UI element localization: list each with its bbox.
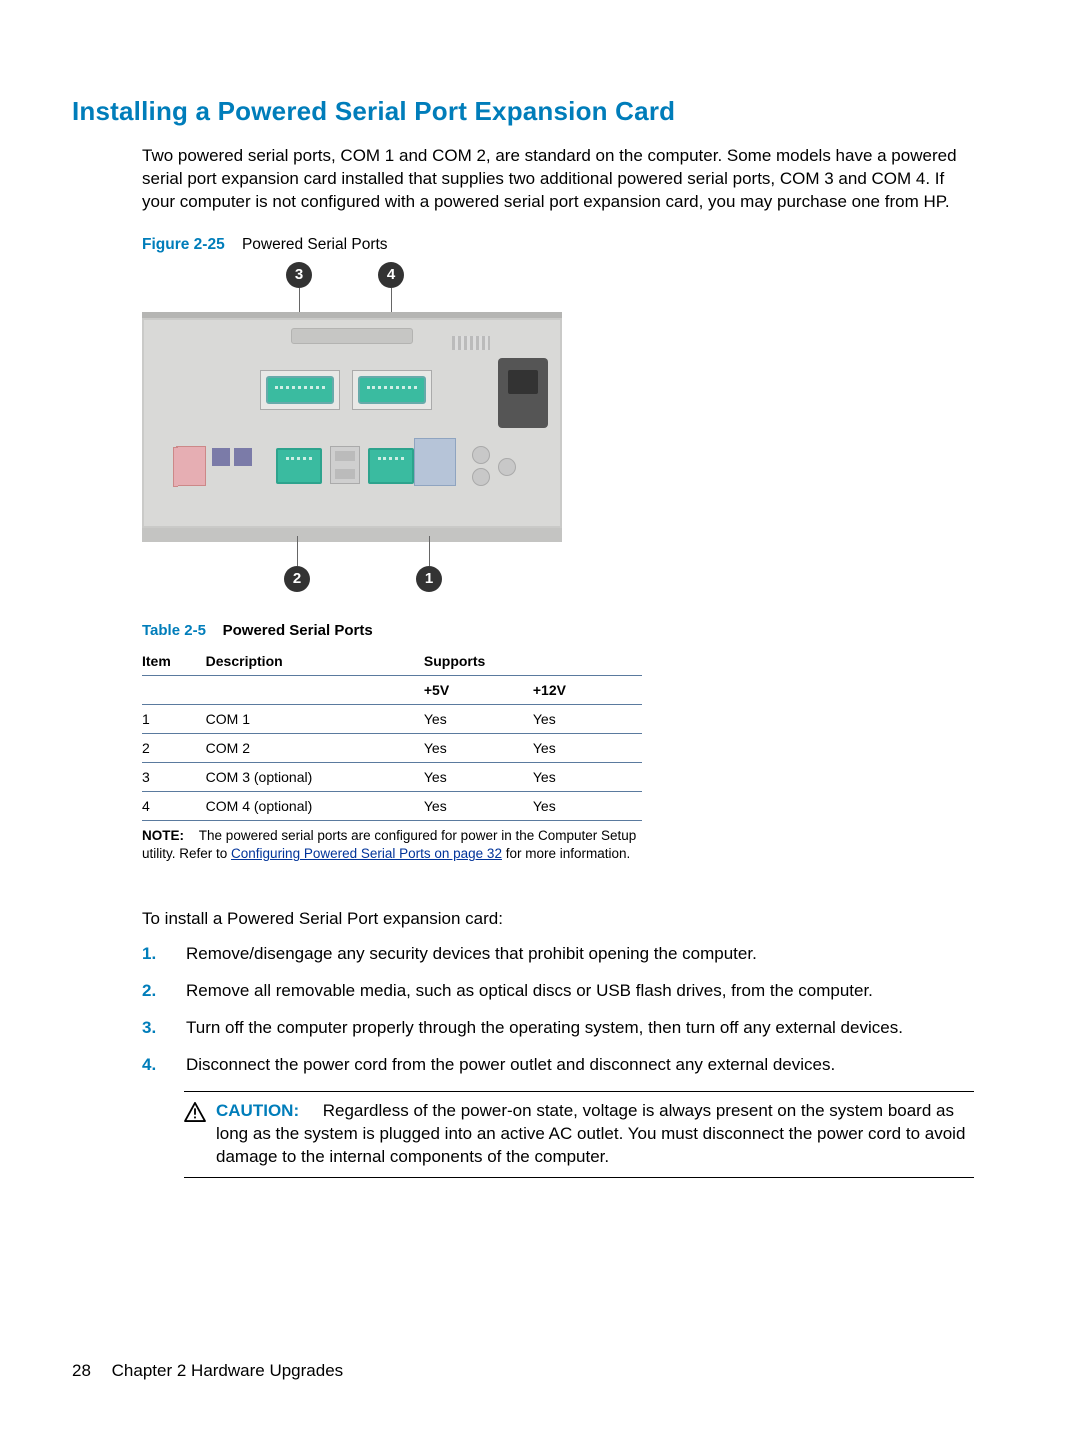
table-note: NOTE: The powered serial ports are confi…	[142, 827, 642, 863]
intro-paragraph: Two powered serial ports, COM 1 and COM …	[142, 145, 974, 214]
table-row: 1 COM 1 Yes Yes	[142, 704, 642, 733]
cell-12v: Yes	[533, 791, 642, 820]
note-label: NOTE:	[142, 828, 184, 843]
list-item: 3. Turn off the computer properly throug…	[142, 1017, 974, 1040]
table-row: 2 COM 2 Yes Yes	[142, 733, 642, 762]
callout-2: 2	[284, 566, 310, 592]
caution-text: Regardless of the power-on state, voltag…	[216, 1101, 965, 1166]
audio-port-group	[176, 446, 206, 486]
cell-item: 4	[142, 791, 206, 820]
xref-link[interactable]: Configuring Powered Serial Ports on page…	[231, 846, 502, 861]
table-number: Table 2-5	[142, 622, 206, 639]
callout-1: 1	[416, 566, 442, 592]
lan-port	[414, 438, 456, 486]
step-text: Turn off the computer properly through t…	[186, 1017, 903, 1040]
serial-port-com3	[260, 370, 340, 410]
cell-desc: COM 1	[206, 704, 424, 733]
list-item: 1. Remove/disengage any security devices…	[142, 943, 974, 966]
cell-12v: Yes	[533, 733, 642, 762]
cell-item: 1	[142, 704, 206, 733]
figure-number: Figure 2-25	[142, 236, 225, 253]
serial-port-com2	[276, 448, 322, 484]
section-heading: Installing a Powered Serial Port Expansi…	[72, 96, 984, 127]
page-number: 28	[72, 1361, 91, 1381]
cell-desc: COM 3 (optional)	[206, 762, 424, 791]
step-text: Disconnect the power cord from the power…	[186, 1054, 835, 1077]
list-item: 2. Remove all removable media, such as o…	[142, 980, 974, 1003]
callout-4: 4	[378, 262, 404, 288]
cell-item: 3	[142, 762, 206, 791]
callout-4-label: 4	[387, 266, 395, 283]
figure-caption: Figure 2-25 Powered Serial Ports	[142, 236, 984, 254]
device-rear-panel	[142, 312, 562, 542]
power-socket-icon	[498, 358, 548, 428]
callout-3: 3	[286, 262, 312, 288]
table-row: 4 COM 4 (optional) Yes Yes	[142, 791, 642, 820]
warning-icon	[184, 1102, 206, 1122]
table-caption: Table 2-5 Powered Serial Ports	[142, 622, 984, 639]
caution-label: CAUTION:	[216, 1101, 299, 1120]
cell-5v: Yes	[424, 791, 533, 820]
th-supports: Supports	[424, 645, 642, 676]
cell-5v: Yes	[424, 733, 533, 762]
step-number: 4.	[142, 1054, 162, 1077]
cell-desc: COM 4 (optional)	[206, 791, 424, 820]
chapter-title: Chapter 2 Hardware Upgrades	[112, 1361, 344, 1380]
cell-5v: Yes	[424, 762, 533, 791]
serial-port-com4	[352, 370, 432, 410]
th-description: Description	[206, 645, 424, 676]
list-item: 4. Disconnect the power cord from the po…	[142, 1054, 974, 1077]
steps-list: 1. Remove/disengage any security devices…	[142, 943, 974, 1077]
page-footer: 28 Chapter 2 Hardware Upgrades	[72, 1361, 984, 1381]
step-text: Remove/disengage any security devices th…	[186, 943, 757, 966]
cell-5v: Yes	[424, 704, 533, 733]
callout-3-label: 3	[295, 266, 303, 283]
step-number: 3.	[142, 1017, 162, 1040]
note-text-after: for more information.	[506, 846, 631, 861]
cell-item: 2	[142, 733, 206, 762]
serial-port-com1	[368, 448, 414, 484]
step-text: Remove all removable media, such as opti…	[186, 980, 873, 1003]
usb-stack	[330, 446, 360, 484]
table-title: Powered Serial Ports	[223, 622, 373, 639]
th-item: Item	[142, 645, 206, 676]
cell-12v: Yes	[533, 704, 642, 733]
callout-2-label: 2	[293, 570, 301, 587]
table-row: 3 COM 3 (optional) Yes Yes	[142, 762, 642, 791]
step-number: 1.	[142, 943, 162, 966]
callout-1-label: 1	[425, 570, 433, 587]
caution-box: CAUTION: Regardless of the power-on stat…	[184, 1091, 974, 1178]
th-5v: +5V	[424, 675, 533, 704]
step-number: 2.	[142, 980, 162, 1003]
cell-desc: COM 2	[206, 733, 424, 762]
figure-title: Powered Serial Ports	[242, 236, 388, 253]
th-12v: +12V	[533, 675, 642, 704]
figure-illustration: 3 4 2	[142, 262, 562, 592]
cell-12v: Yes	[533, 762, 642, 791]
steps-lead-in: To install a Powered Serial Port expansi…	[142, 909, 984, 929]
ports-table: Item Description Supports +5V +12V 1 COM…	[142, 645, 642, 821]
